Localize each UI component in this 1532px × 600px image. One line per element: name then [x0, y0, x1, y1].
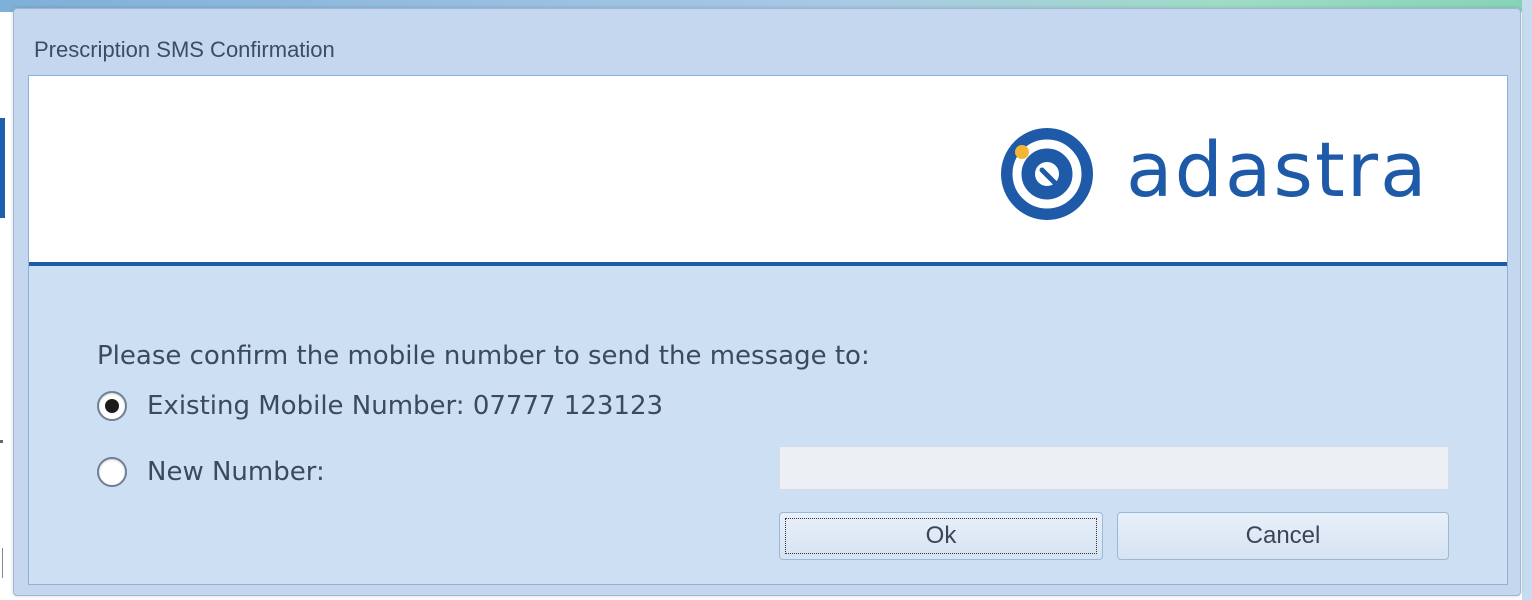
existing-number-radio[interactable]	[97, 391, 127, 421]
background-dot	[0, 440, 3, 443]
confirm-prompt: Please confirm the mobile number to send…	[97, 341, 870, 371]
new-number-option[interactable]: New Number:	[97, 457, 325, 487]
background-window-accent	[0, 118, 5, 218]
dialog-title: Prescription SMS Confirmation	[34, 37, 335, 62]
radio-selected-dot	[105, 399, 119, 413]
new-number-input[interactable]	[779, 446, 1449, 490]
dialog-client-area: adastra Please confirm the mobile number…	[28, 75, 1508, 585]
existing-number-option[interactable]: Existing Mobile Number: 07777 123123	[97, 391, 663, 421]
ok-button[interactable]: Ok	[779, 512, 1103, 560]
new-number-radio[interactable]	[97, 457, 127, 487]
existing-number-label[interactable]: Existing Mobile Number: 07777 123123	[147, 391, 663, 421]
logo-banner: adastra	[29, 76, 1507, 262]
adastra-logo-text: adastra	[1126, 125, 1429, 214]
new-number-label[interactable]: New Number:	[147, 457, 325, 487]
adastra-logo-icon	[1001, 128, 1093, 220]
cancel-button[interactable]: Cancel	[1117, 512, 1449, 560]
sms-confirmation-dialog: Prescription SMS Confirmation adastra Pl…	[13, 8, 1521, 596]
adastra-logo: adastra	[992, 126, 1429, 222]
banner-divider	[29, 262, 1507, 266]
cancel-button-label: Cancel	[1245, 522, 1321, 549]
focus-rectangle	[785, 518, 1097, 554]
background-line	[2, 548, 3, 578]
background-right-strip	[1522, 0, 1532, 600]
